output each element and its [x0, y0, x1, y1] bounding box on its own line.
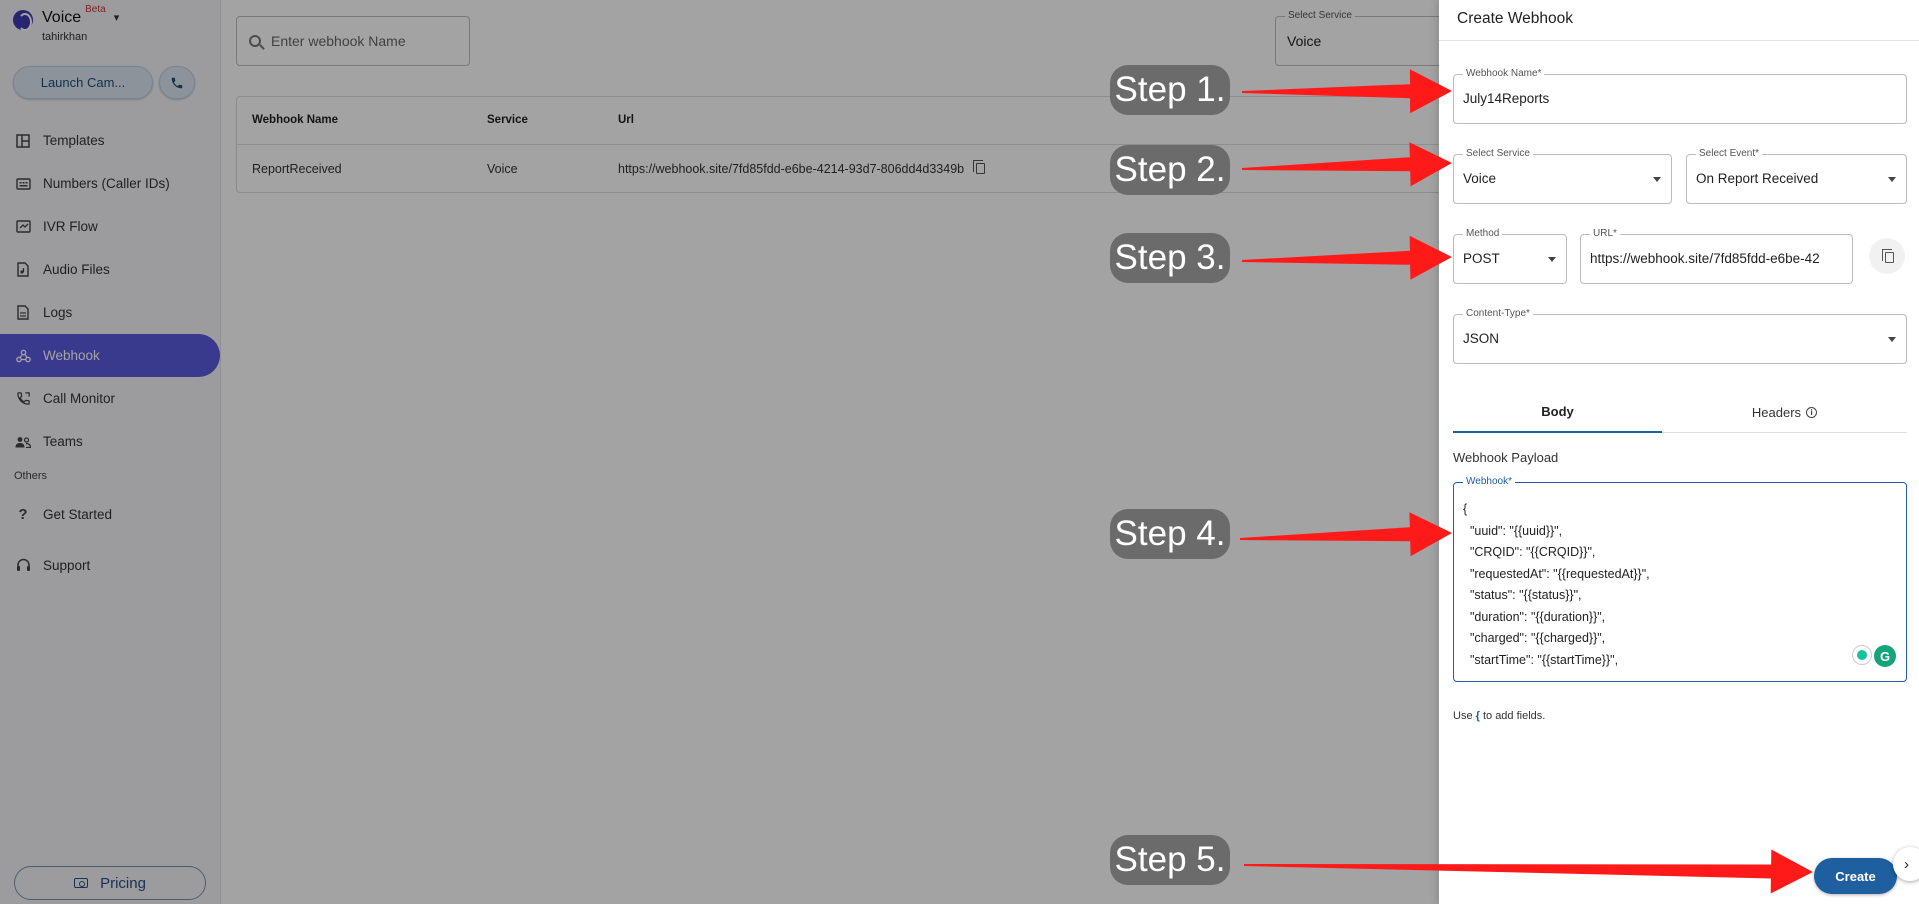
arrow-shape: [1244, 849, 1813, 894]
step-5-arrow: [1244, 849, 1813, 894]
arrow-shape: [1242, 235, 1452, 280]
step-1-arrow: [1242, 69, 1452, 114]
step-3-badge: Step 3.: [1110, 233, 1230, 283]
arrow-shape: [1242, 142, 1452, 187]
step-5-badge: Step 5.: [1110, 835, 1230, 885]
step-4-badge: Step 4.: [1110, 509, 1230, 559]
arrow-shape: [1242, 69, 1452, 114]
step-2-arrow: [1242, 142, 1452, 187]
step-3-arrow: [1242, 235, 1452, 280]
step-4-arrow: [1240, 512, 1452, 557]
annotation-arrows: [1240, 69, 1813, 894]
arrow-shape: [1240, 512, 1452, 557]
step-2-badge: Step 2.: [1110, 145, 1230, 195]
step-1-badge: Step 1.: [1110, 65, 1230, 115]
